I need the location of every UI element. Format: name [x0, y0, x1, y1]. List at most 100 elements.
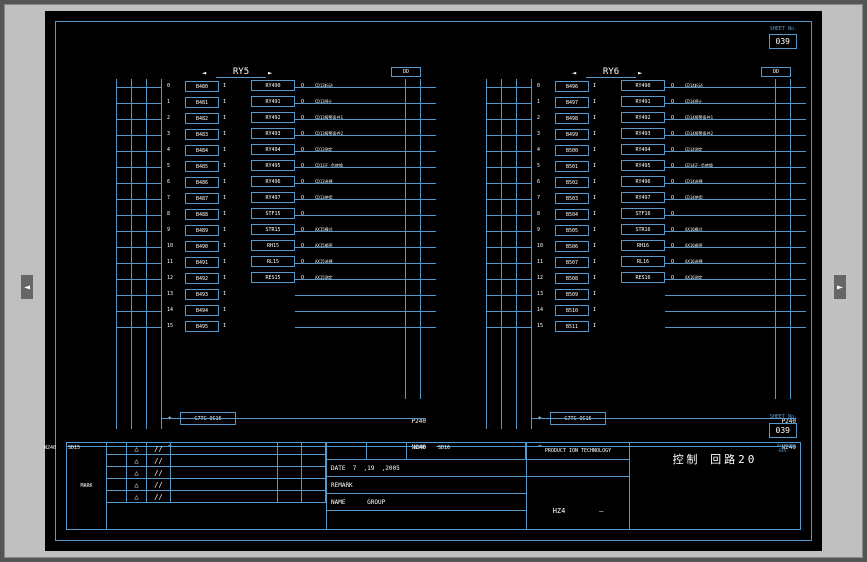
prodtech-label: PRODUCT ION TECHNOLOGY	[545, 448, 611, 454]
io-row: 6 B486 I RY496OCD13选择	[161, 175, 391, 191]
relay-label: RY492	[621, 112, 665, 123]
io-row: 2 B482 I RY492OCD13报警条件1	[161, 111, 391, 127]
relay-label: RY495	[251, 160, 295, 171]
bit-addr: B488	[185, 209, 219, 220]
bit-addr: B510	[555, 305, 589, 316]
io-row: 5 B501 I RY495OCD14正·负转换	[531, 159, 761, 175]
port-num: 9	[167, 227, 170, 233]
drawing-page: SHEET No. 039 SHEET No. 039 ◄ RY5 ► DD 0…	[45, 11, 822, 551]
drawing-frame: SHEET No. 039 SHEET No. 039 ◄ RY5 ► DD 0…	[55, 21, 812, 541]
n240-left: N240	[44, 445, 56, 451]
port-num: 10	[537, 243, 543, 249]
io-row: 4 B500 I RY494OCD14测定	[531, 143, 761, 159]
port-num: 0	[537, 83, 540, 89]
relay-label: RY490	[251, 80, 295, 91]
bit-addr: B482	[185, 113, 219, 124]
port-num: 3	[167, 131, 170, 137]
desc-text: CD13报警条件2	[315, 131, 343, 137]
port-num: 11	[537, 259, 543, 265]
dd-box: DD	[761, 67, 791, 77]
tech-block: PRODUCT ION TECHNOLOGY HZ4 —	[527, 443, 630, 529]
io-row: 15 B495 I	[161, 319, 391, 335]
port-num: 11	[167, 259, 173, 265]
bit-addr: B480	[185, 81, 219, 92]
bit-addr: B494	[185, 305, 219, 316]
io-row: 11 B491 I RL15OAX15选择	[161, 255, 391, 271]
port-num: 5	[537, 163, 540, 169]
port-num: 15	[167, 323, 173, 329]
io-row: 0 B496 I RY490OCD14起动	[531, 79, 761, 95]
port-num: 12	[167, 275, 173, 281]
port-num: 14	[167, 307, 173, 313]
relay-label: RY494	[621, 144, 665, 155]
revision-block: MARK △// △// △// △// △//	[67, 443, 327, 529]
io-row: 2 B498 I RY492OCD14报警条件1	[531, 111, 761, 127]
name-label: NAME	[331, 499, 345, 506]
relay-label: RY497	[251, 192, 295, 203]
next-page[interactable]: ►	[834, 275, 846, 299]
customer-name: HZ4	[553, 507, 566, 515]
bit-addr: B511	[555, 321, 589, 332]
relay-label: RH15	[251, 240, 295, 251]
bit-addr: B509	[555, 289, 589, 300]
bit-addr: B499	[555, 129, 589, 140]
port-num: 8	[167, 211, 170, 217]
cad-window: ◄ ► SHEET No. 039 SHEET No. 039 ◄ RY5 ► …	[4, 4, 863, 558]
bit-addr: B487	[185, 193, 219, 204]
port-num: 1	[537, 99, 540, 105]
bit-addr: B507	[555, 257, 589, 268]
desc-text: CD14报警条件2	[685, 131, 713, 137]
port-num: 3	[537, 131, 540, 137]
io-row: 1 B497 I RY491OCD14停止	[531, 95, 761, 111]
port-num: 7	[167, 195, 170, 201]
desc-text: CD13选择	[315, 179, 333, 185]
bit-addr: B495	[185, 321, 219, 332]
port-num: 5	[167, 163, 170, 169]
io-row: 13 B493 I	[161, 287, 391, 303]
port-num: 2	[167, 115, 170, 121]
block-title: RY5	[216, 67, 266, 78]
io-row: 4 B484 I RY494OCD13测定	[161, 143, 391, 159]
io-row: 9 B505 I STR16OAX16模式	[531, 223, 761, 239]
relay-label: RY491	[251, 96, 295, 107]
bit-addr: B483	[185, 129, 219, 140]
relay-label: RL15	[251, 256, 295, 267]
io-row: 8 B504 I STF16O	[531, 207, 761, 223]
mark-label: MARK	[67, 443, 107, 529]
io-row: 10 B506 I RH16OAX16顺序	[531, 239, 761, 255]
bit-addr: B486	[185, 177, 219, 188]
desc-text: AX15顺序	[315, 243, 333, 249]
port-num: 6	[167, 179, 170, 185]
sheet-label-top: SHEET No.	[770, 26, 797, 32]
arrow-left-icon: ◄	[572, 69, 576, 77]
remark-label: REMARK	[331, 482, 353, 489]
relay-label: RY493	[251, 128, 295, 139]
io-row: 14 B494 I	[161, 303, 391, 319]
desc-text: CD14使用	[685, 195, 703, 201]
desc-text: CD13使用	[315, 195, 333, 201]
desc-text: AX16测定	[685, 275, 703, 281]
relay-label: RES15	[251, 272, 295, 283]
bit-addr: B505	[555, 225, 589, 236]
relay-label: RY496	[621, 176, 665, 187]
arrow-right-icon: ►	[638, 69, 642, 77]
bit-addr: B502	[555, 177, 589, 188]
bit-addr: B506	[555, 241, 589, 252]
relay-label: RY495	[621, 160, 665, 171]
io-row: 12 B492 I RES15OAX15测定	[161, 271, 391, 287]
io-row: 0 B480 I RY490OCD13起动	[161, 79, 391, 95]
desc-text: AX15选择	[315, 259, 333, 265]
drawing-title: 控制 回路20	[630, 451, 800, 467]
bit-addr: B485	[185, 161, 219, 172]
port-num: 12	[537, 275, 543, 281]
port-num: 4	[537, 147, 540, 153]
p240-label: P240	[412, 418, 426, 425]
prev-page[interactable]: ◄	[21, 275, 33, 299]
relay-label: STR15	[251, 224, 295, 235]
port-num: 13	[167, 291, 173, 297]
io-row: 11 B507 I RL16OAX16选择	[531, 255, 761, 271]
port-num: 13	[537, 291, 543, 297]
relay-label: RES16	[621, 272, 665, 283]
bit-addr: B492	[185, 273, 219, 284]
bit-addr: B503	[555, 193, 589, 204]
